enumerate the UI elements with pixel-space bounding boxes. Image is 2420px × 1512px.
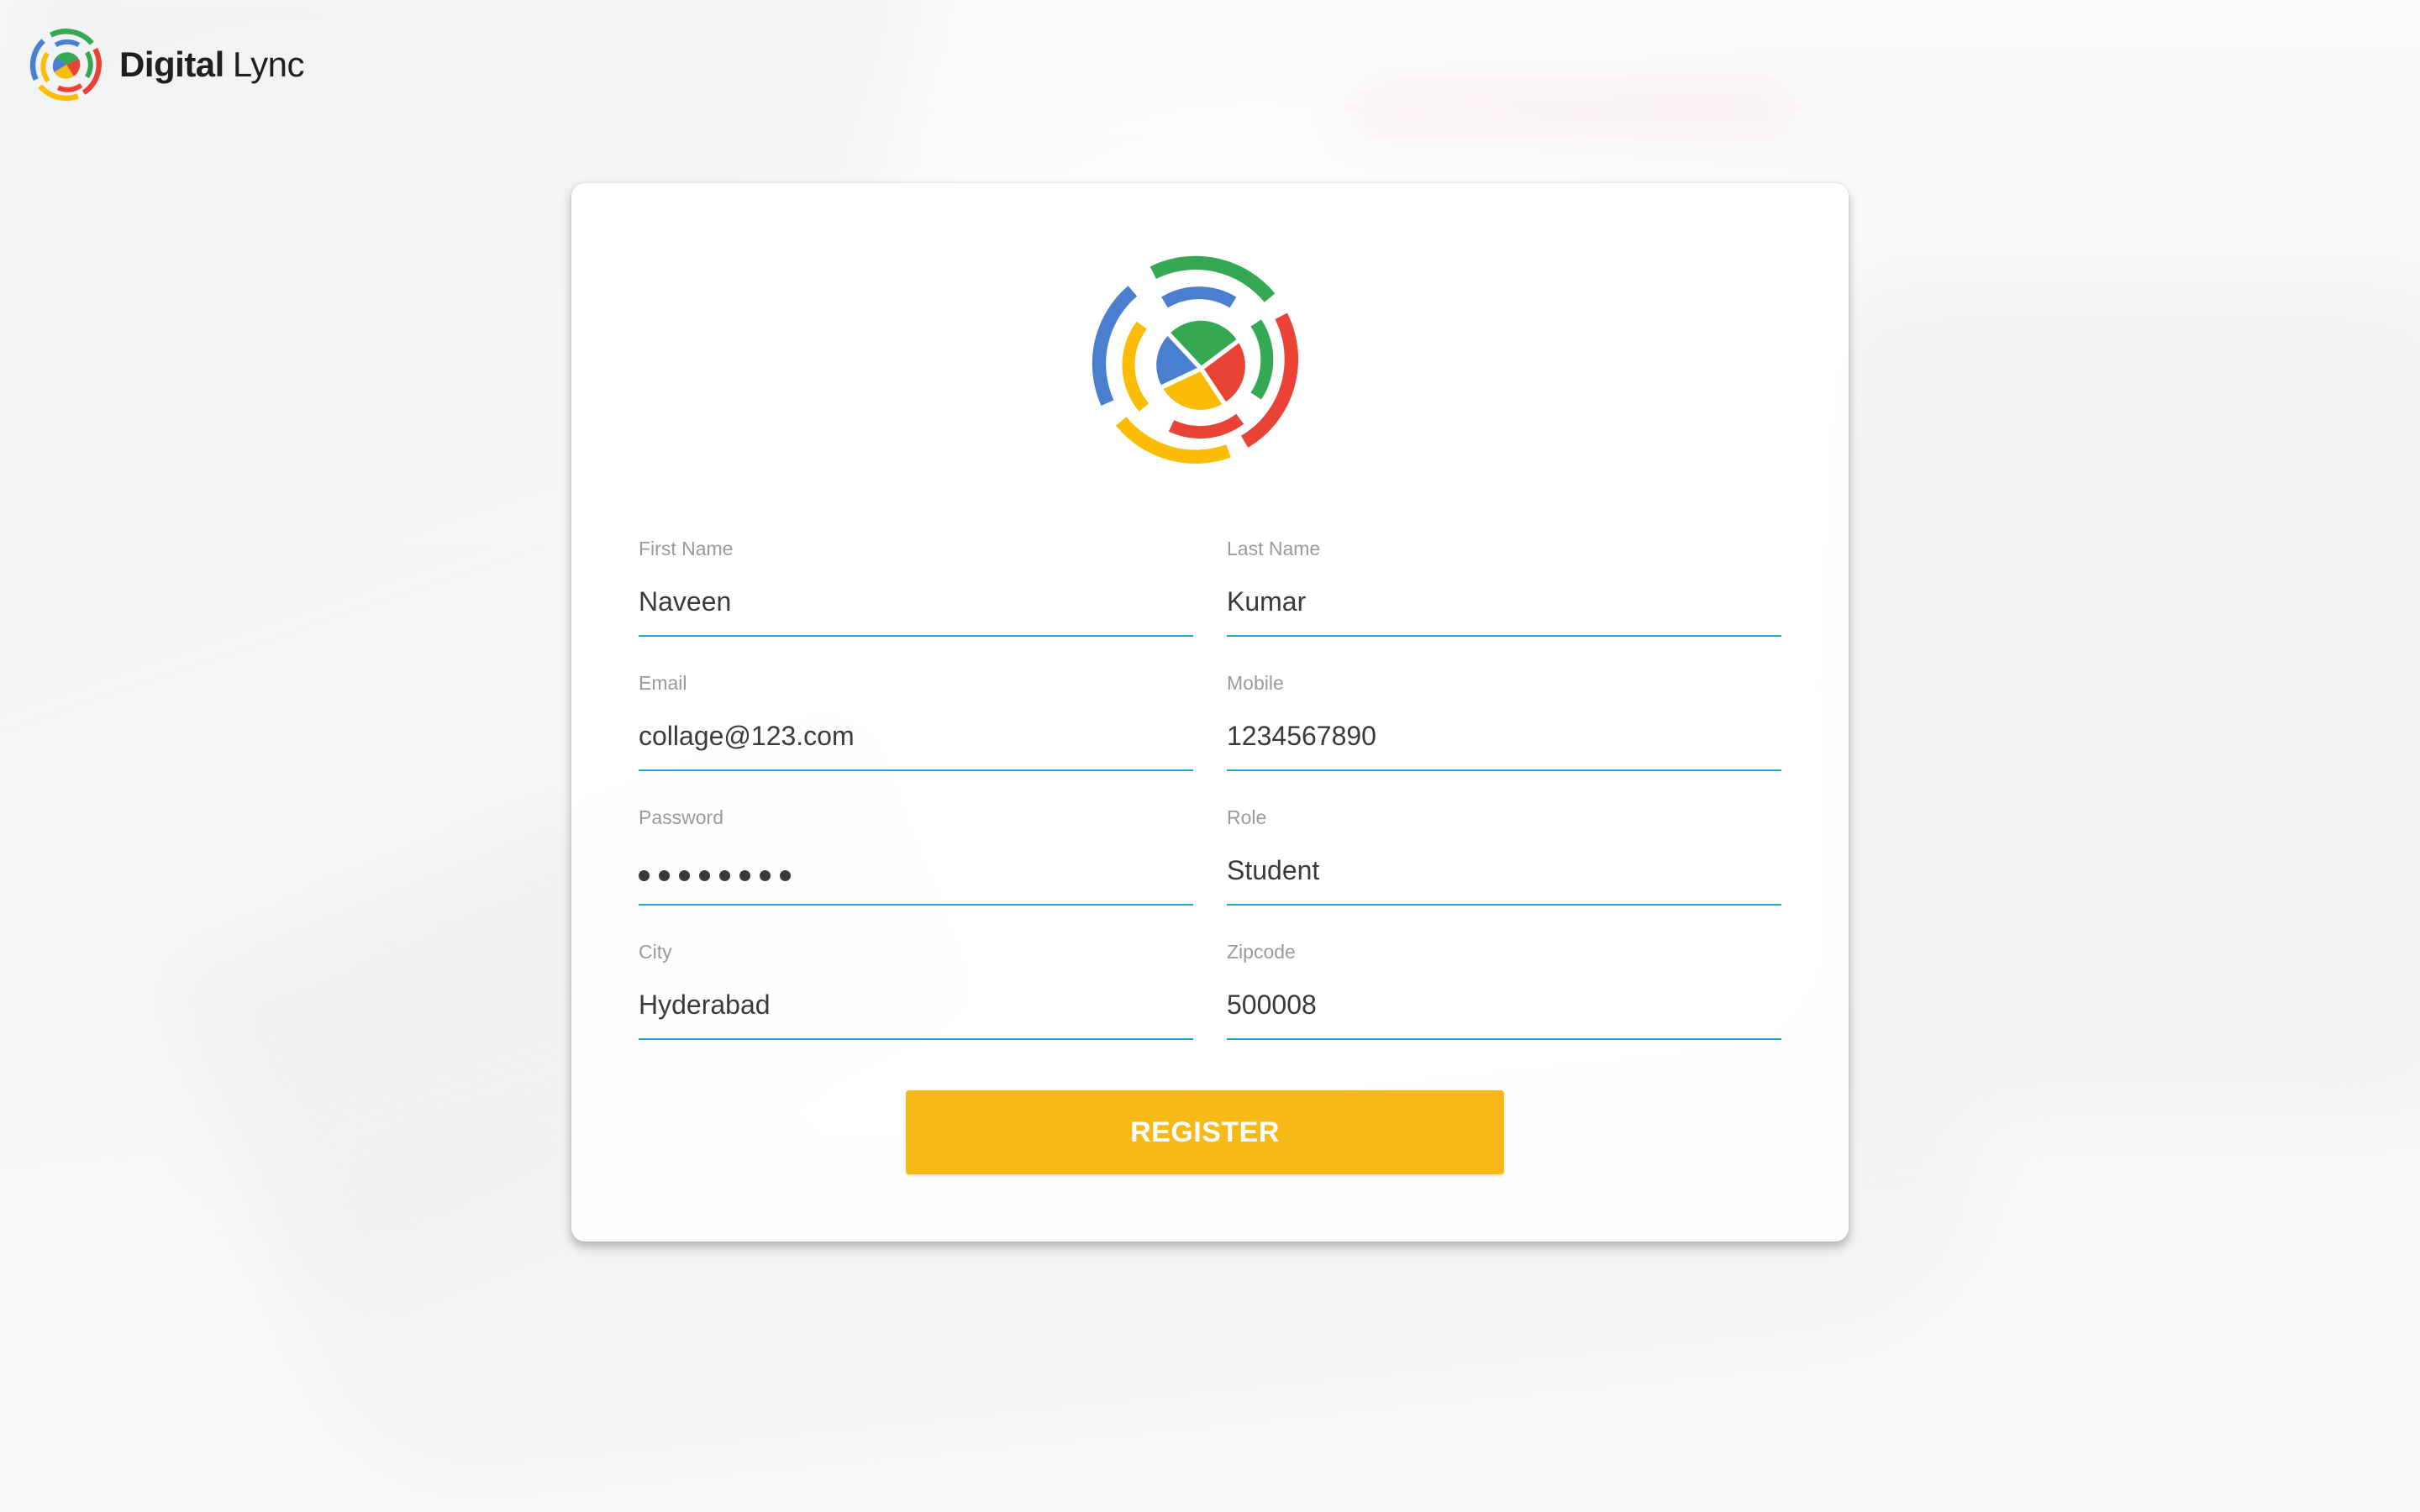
password-mask-dot: [739, 870, 750, 881]
zipcode-input[interactable]: [1227, 983, 1781, 1026]
brand-name-light: Lync: [232, 45, 305, 84]
first-name-underline: [639, 635, 1193, 637]
password-underline: [639, 904, 1193, 906]
password-field[interactable]: Password: [639, 806, 1193, 916]
password-mask-dot: [699, 870, 710, 881]
mobile-underline: [1227, 769, 1781, 771]
city-field[interactable]: City: [639, 941, 1193, 1050]
last-name-field[interactable]: Last Name: [1227, 538, 1781, 647]
city-underline: [639, 1038, 1193, 1040]
last-name-input[interactable]: [1227, 580, 1781, 623]
last-name-underline: [1227, 635, 1781, 637]
digital-lync-emblem-icon: [1092, 255, 1299, 464]
register-button[interactable]: REGISTER: [906, 1090, 1504, 1174]
digital-lync-logo-icon: [29, 29, 102, 102]
brand-header[interactable]: Digital Lync: [25, 24, 305, 106]
password-label: Password: [639, 806, 723, 828]
last-name-label: Last Name: [1227, 538, 1321, 559]
brand-name-strong: Digital: [119, 45, 224, 84]
zipcode-field[interactable]: Zipcode: [1227, 941, 1781, 1050]
password-input[interactable]: [639, 870, 791, 881]
password-mask-dot: [719, 870, 730, 881]
password-mask-dot: [760, 870, 771, 881]
first-name-field[interactable]: First Name: [639, 538, 1193, 647]
role-label: Role: [1227, 806, 1267, 828]
role-underline: [1227, 904, 1781, 906]
mobile-field[interactable]: Mobile: [1227, 672, 1781, 781]
registration-card: First Name Last Name Email Mobile Passwo…: [571, 183, 1849, 1242]
role-input[interactable]: [1227, 848, 1781, 892]
city-input[interactable]: [639, 983, 1193, 1026]
email-field[interactable]: Email: [639, 672, 1193, 781]
city-label: City: [639, 941, 672, 963]
zipcode-underline: [1227, 1038, 1781, 1040]
mobile-input[interactable]: [1227, 714, 1781, 758]
first-name-label: First Name: [639, 538, 734, 559]
role-field[interactable]: Role: [1227, 806, 1781, 916]
password-mask-dot: [659, 870, 670, 881]
zipcode-label: Zipcode: [1227, 941, 1296, 963]
brand-name: Digital Lync: [119, 45, 305, 85]
password-mask-dot: [639, 870, 650, 881]
mobile-label: Mobile: [1227, 672, 1284, 694]
password-mask-dot: [679, 870, 690, 881]
email-label: Email: [639, 672, 687, 694]
first-name-input[interactable]: [639, 580, 1193, 623]
email-input[interactable]: [639, 714, 1193, 758]
email-underline: [639, 769, 1193, 771]
password-mask-dot: [780, 870, 791, 881]
